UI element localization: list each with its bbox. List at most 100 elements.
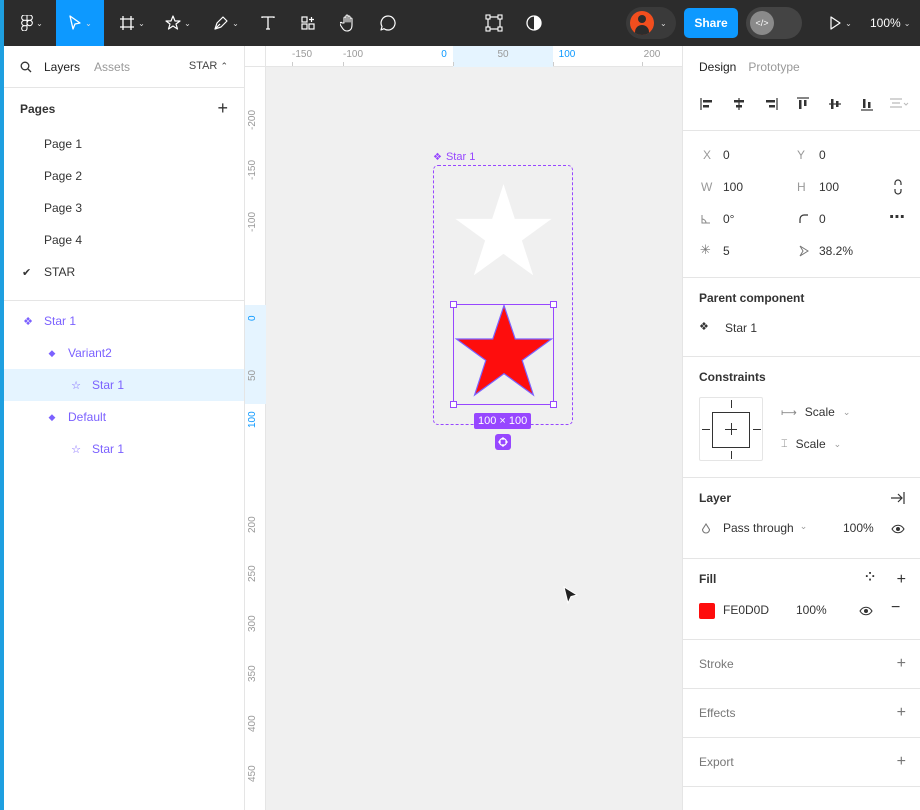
eye-icon[interactable]: [891, 523, 905, 535]
align-right-icon[interactable]: [761, 94, 781, 114]
styles-icon[interactable]: ⁘: [865, 570, 875, 584]
tab-assets[interactable]: Assets: [94, 60, 130, 74]
resources-button[interactable]: [296, 0, 320, 46]
window-edge: [0, 0, 4, 810]
align-horizontal-center-icon[interactable]: [729, 94, 749, 114]
layer-item[interactable]: ◆ Variant2: [4, 337, 244, 369]
resize-handle-tr[interactable]: [550, 301, 557, 308]
layer-item-label: Variant2: [68, 346, 112, 360]
page-item-label: Page 1: [44, 137, 83, 151]
page-item[interactable]: Page 4: [4, 224, 244, 256]
add-effect-icon[interactable]: +: [897, 704, 906, 722]
ruler-label: 400: [247, 715, 258, 732]
blend-mode-select[interactable]: Pass through ⌄: [723, 521, 807, 535]
add-page-icon[interactable]: +: [217, 98, 228, 119]
page-item[interactable]: ✔ STAR: [4, 256, 244, 288]
text-tool-button[interactable]: [256, 0, 280, 46]
add-fill-icon[interactable]: +: [897, 571, 906, 589]
x-input[interactable]: 0: [723, 148, 730, 162]
tab-layers[interactable]: Layers: [44, 60, 80, 74]
points-input[interactable]: 5: [723, 244, 730, 258]
page-selector[interactable]: STAR ⌃: [189, 60, 228, 72]
width-input[interactable]: 100: [723, 180, 743, 194]
eye-icon[interactable]: [859, 605, 873, 617]
ruler-label: 50: [497, 49, 509, 60]
fill-opacity-input[interactable]: 100%: [796, 603, 827, 617]
layer-item[interactable]: ◆ Default: [4, 401, 244, 433]
y-input[interactable]: 0: [819, 148, 826, 162]
pen-tool-button[interactable]: ⌄: [208, 0, 244, 46]
align-top-icon[interactable]: [793, 94, 813, 114]
present-button[interactable]: ⌄: [822, 0, 858, 46]
component-transform-button[interactable]: [482, 0, 506, 46]
page-item[interactable]: Page 3: [4, 192, 244, 224]
move-tool-button[interactable]: ⌄: [56, 0, 104, 46]
ruler-label: 100: [558, 49, 576, 60]
right-panel-tabs: Design Prototype: [683, 46, 920, 88]
star-default-variant[interactable]: [453, 184, 554, 280]
corner-radius-input[interactable]: 0: [819, 212, 826, 226]
fill-section: Fill ⁘ +: [683, 559, 920, 599]
resize-handle-bl[interactable]: [450, 401, 457, 408]
share-button[interactable]: Share: [684, 8, 738, 38]
add-stroke-icon[interactable]: +: [897, 655, 906, 673]
parent-component-row[interactable]: ❖ Star 1: [683, 318, 920, 342]
chevron-down-icon: ⌄: [36, 18, 43, 28]
constraints-widget[interactable]: [699, 397, 763, 461]
more-options-icon[interactable]: ⋯: [889, 207, 906, 227]
constrain-proportions-icon[interactable]: [893, 179, 903, 195]
add-variant-button[interactable]: [495, 434, 511, 450]
dev-mode-toggle[interactable]: </>: [746, 7, 802, 39]
align-left-icon[interactable]: [697, 94, 717, 114]
page-item[interactable]: Page 2: [4, 160, 244, 192]
zoom-menu[interactable]: 100% ⌄: [870, 0, 910, 46]
layer-item[interactable]: ❖ Star 1: [4, 305, 244, 337]
main-menu-button[interactable]: ⌄: [12, 0, 52, 46]
component-set-label[interactable]: ❖ Star 1: [433, 151, 475, 163]
horizontal-constraint-select[interactable]: ⟼ Scale ⌄: [781, 405, 850, 419]
user-menu[interactable]: ⌄: [626, 7, 676, 39]
zoom-level: 100%: [870, 16, 901, 30]
horizontal-constraint-icon: ⟼: [781, 406, 797, 419]
constraints-body: ⟼ Scale ⌄ ⌶ Scale ⌄: [683, 397, 920, 469]
play-icon: [830, 16, 841, 30]
resize-handle-tl[interactable]: [450, 301, 457, 308]
align-vertical-center-icon[interactable]: [825, 94, 845, 114]
pen-icon: [214, 16, 228, 30]
hand-tool-button[interactable]: [336, 0, 360, 46]
constraint-right-line: [753, 429, 761, 430]
layer-item[interactable]: ☆ Star 1: [4, 433, 244, 465]
fill-color-swatch[interactable]: [699, 603, 715, 619]
constraints-section: Constraints: [683, 357, 920, 397]
chevron-down-icon: ⌄: [85, 18, 92, 28]
layer-item[interactable]: ☆ Star 1: [4, 369, 244, 401]
remove-fill-icon[interactable]: −: [891, 599, 900, 617]
tab-prototype[interactable]: Prototype: [748, 60, 799, 74]
tab-design[interactable]: Design: [699, 60, 736, 74]
shape-tool-button[interactable]: ⌄: [160, 0, 196, 46]
rotation-input[interactable]: 0°: [723, 212, 734, 226]
page-item[interactable]: Page 1: [4, 128, 244, 160]
resize-handle-br[interactable]: [550, 401, 557, 408]
variant-icon: ◆: [48, 347, 56, 358]
go-to-main-icon[interactable]: [890, 491, 906, 505]
frame-tool-button[interactable]: ⌄: [114, 0, 150, 46]
comment-tool-button[interactable]: [376, 0, 400, 46]
add-export-icon[interactable]: +: [897, 753, 906, 771]
ratio-input[interactable]: 38.2%: [819, 244, 853, 258]
page-item-label: Page 3: [44, 201, 83, 215]
distribute-icon[interactable]: [889, 94, 909, 114]
pages-header: Pages +: [4, 90, 244, 128]
fill-hex-input[interactable]: FE0D0D: [723, 603, 769, 617]
align-bottom-icon[interactable]: [857, 94, 877, 114]
vertical-constraint-select[interactable]: ⌶ Scale ⌄: [781, 437, 841, 451]
canvas[interactable]: -150 -100 0 50 100 200 -200 -150 -100 0 …: [245, 46, 682, 810]
page-item-label: Page 4: [44, 233, 83, 247]
ruler-label: -100: [342, 49, 364, 60]
contrast-button[interactable]: [522, 0, 546, 46]
height-input[interactable]: 100: [819, 180, 839, 194]
corner-radius-icon: [799, 214, 808, 223]
search-icon[interactable]: [20, 61, 32, 73]
chevron-up-icon: ⌃: [220, 61, 228, 71]
layer-opacity-input[interactable]: 100%: [843, 521, 874, 535]
